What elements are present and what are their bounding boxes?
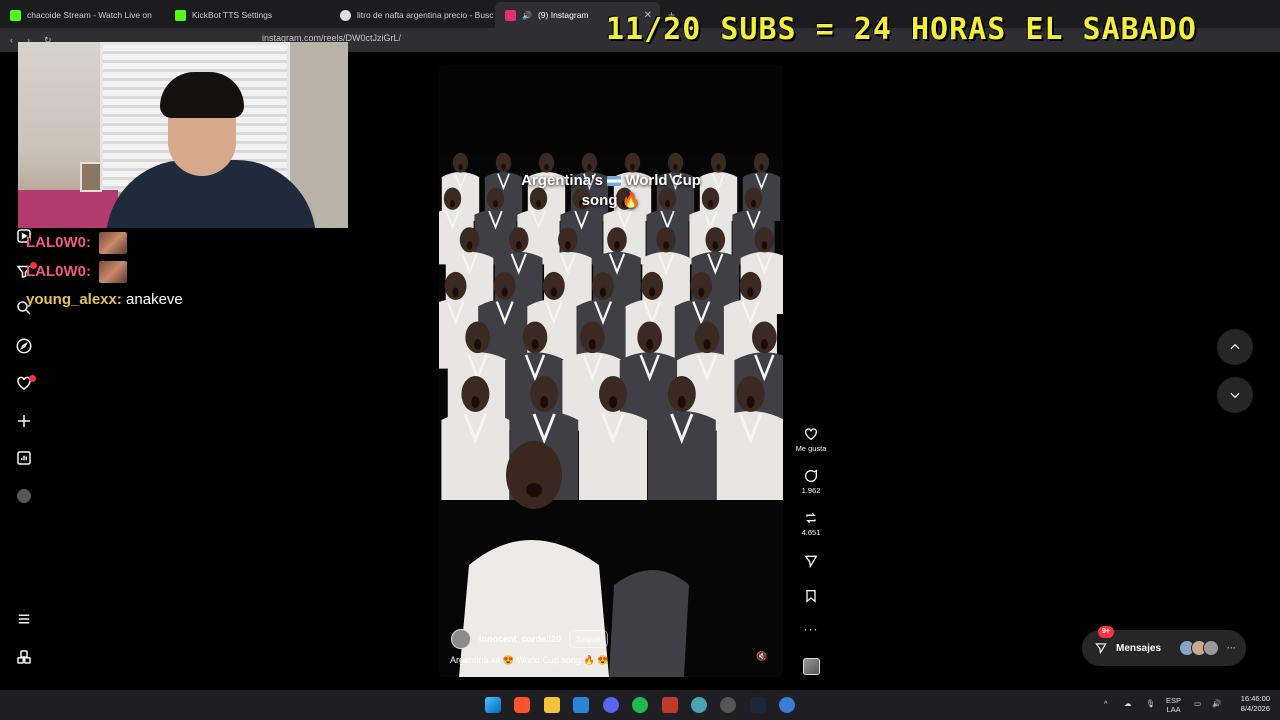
argentina-flag-icon [607,176,622,187]
chat-username: LAL0W0: [26,233,91,251]
volume-icon[interactable]: 🔊 [1212,699,1221,708]
chat-emote [99,232,128,254]
previous-reel-button[interactable] [1217,329,1253,365]
back-icon[interactable]: ‹ [10,35,13,45]
more-icon: ··· [1227,643,1237,653]
comment-icon [805,469,818,482]
tray-cloud-icon[interactable]: ☁ [1124,699,1132,708]
tab-label: KickBot TTS Settings [192,10,273,20]
heart-icon [805,428,817,441]
clock-date: 8/4/2026 [1240,704,1270,713]
overlay-caption-line: World Cup [625,172,701,189]
choir-crowd-image [439,152,783,677]
browser-app-icon[interactable] [691,697,707,713]
network-icon[interactable]: ▭ [1194,699,1201,708]
instagram-favicon-icon [505,9,516,21]
overlay-caption-line: song 🔥 [581,192,641,209]
file-explorer-icon[interactable] [544,697,560,713]
tab-search[interactable]: litro de nafta argentina precio - Busc [330,2,495,28]
reel-dark-top [439,65,783,155]
like-button[interactable]: Me gusta [795,426,827,453]
like-label: Me gusta [795,444,827,453]
keyboard-layout: LAA [1166,705,1181,714]
repost-count: 4.651 [801,528,821,537]
comment-button[interactable]: 1.962 [795,468,827,495]
chat-message: LAL0W0: [26,261,128,283]
subs-goal-banner: 11/20 SUBS = 24 HORAS EL SABADO [606,12,1197,47]
chat-text: anakeve [126,291,183,308]
app-icon[interactable] [779,697,795,713]
threads-apps-icon[interactable] [12,645,36,669]
bing-icon[interactable] [573,697,589,713]
speaker-muted-icon[interactable]: 🔇 [755,651,769,665]
windows-taskbar: ^ ☁ 🎙 ESP LAA ▭ 🔊 16:46:00 8/4/2026 [0,690,1280,720]
overlay-caption-line: Argentina's [521,172,604,189]
tab-label: chacoide Stream - Watch Live on [27,10,152,20]
send-icon [804,555,818,569]
google-favicon-icon [340,9,351,21]
messages-label: Mensajes [1116,642,1162,654]
message-avatars [1179,640,1220,656]
reel-author: innocent_cordell20 Seguir [451,629,608,649]
repost-icon [806,512,816,524]
next-reel-button[interactable] [1217,377,1253,413]
menu-icon[interactable] [12,607,36,631]
dashboard-icon[interactable] [12,446,36,470]
tab-kick-stream[interactable]: chacoide Stream - Watch Live on [0,2,165,28]
tray-chevron-up-icon[interactable]: ^ [1104,699,1108,708]
reel-overlay-caption: Argentina's World Cup song 🔥 [439,171,783,211]
microphone-icon[interactable]: 🎙 [1146,699,1156,708]
chat-message: LAL0W0: [26,232,128,254]
bookmark-icon [806,590,816,603]
author-username[interactable]: innocent_cordell20 [479,634,561,644]
share-button[interactable] [795,553,827,571]
chevron-down-icon [1230,392,1240,399]
chat-username: LAL0W0: [26,262,91,280]
chat-message: young_alexx: anakeve [26,291,183,308]
chat-username: young_alexx: [26,291,122,308]
comment-count: 1.962 [801,486,821,495]
messages-badge: 9+ [1098,626,1114,638]
streamer-webcam [18,42,348,228]
obs-icon[interactable] [720,697,736,713]
save-button[interactable] [795,588,827,606]
chevron-up-icon [1230,343,1240,350]
reel-video[interactable]: Argentina's World Cup song 🔥 innocent_co… [439,65,783,677]
author-avatar[interactable] [451,629,471,649]
steam-icon[interactable] [750,697,766,713]
explore-icon[interactable] [12,334,36,358]
create-icon[interactable] [12,409,36,433]
speaker-icon: 🔊 [522,10,532,20]
tab-kickbot-tts[interactable]: KickBot TTS Settings [165,2,330,28]
webcam-photo-frame [80,162,102,192]
language-code: ESP [1166,696,1182,705]
windows-start-icon[interactable] [485,697,501,713]
brave-browser-icon[interactable] [514,697,530,713]
send-icon [1095,643,1107,655]
webcam-bed [18,190,118,228]
audio-thumbnail[interactable] [803,658,820,675]
notification-dot [29,375,36,382]
messages-button[interactable]: 9+ Mensajes ··· [1082,626,1246,666]
language-indicator[interactable]: ESP LAA [1166,696,1181,714]
tab-label: (9) Instagram [537,10,589,20]
spotify-icon[interactable] [632,697,648,713]
clock-time: 16:46:00 [1240,694,1270,703]
follow-button[interactable]: Seguir [569,630,608,648]
more-options-icon[interactable]: ··· [795,622,827,636]
avatar [1203,640,1220,656]
system-clock[interactable]: 16:46:00 8/4/2026 [1228,694,1270,714]
discord-icon[interactable] [603,697,619,713]
streaming-app-icon[interactable] [662,697,678,713]
tab-label: litro de nafta argentina precio - Busc [357,10,494,20]
chat-emote [99,261,128,283]
kick-favicon-icon [175,9,186,21]
webcam-person-hair [160,72,244,118]
reel-description[interactable]: Argentina ᴀʀ 😍 World Cup song 🔥 😍 [450,655,608,666]
profile-avatar[interactable] [12,484,36,508]
kick-favicon-icon [10,9,21,21]
repost-button[interactable]: 4.651 [795,510,827,537]
